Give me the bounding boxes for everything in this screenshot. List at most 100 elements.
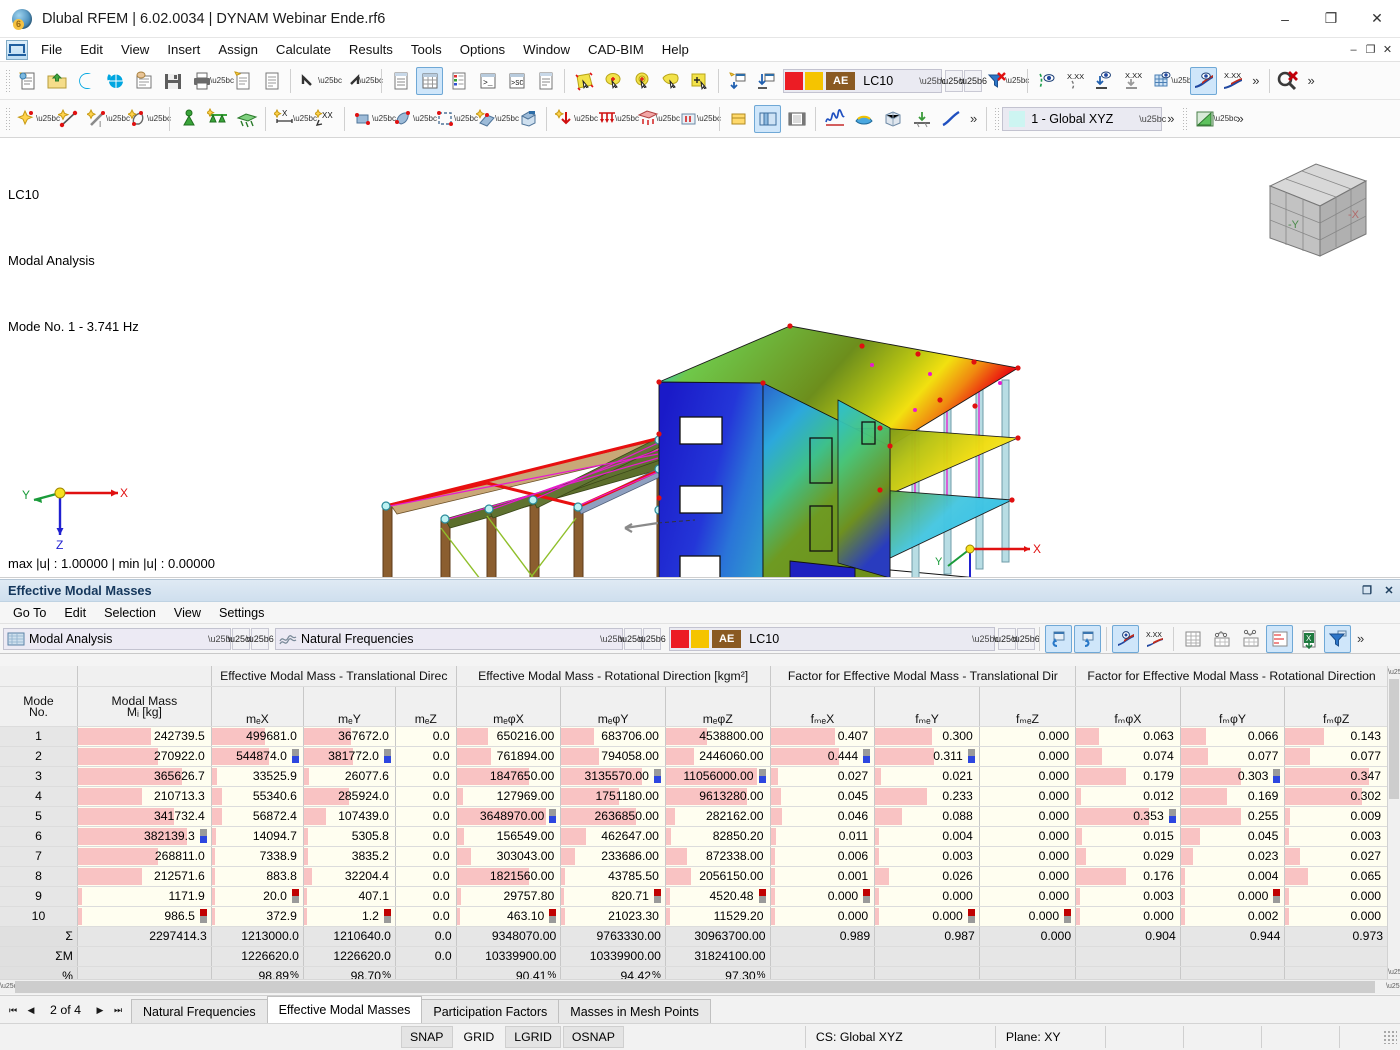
table-merge-right-icon[interactable] bbox=[1237, 625, 1264, 653]
panel-restore-button[interactable]: ❐ bbox=[1356, 581, 1378, 601]
filmstrip-icon[interactable] bbox=[783, 105, 810, 133]
cell-meZ[interactable]: 0.0 bbox=[395, 726, 457, 747]
cell-fmphiY[interactable]: 0.169 bbox=[1180, 786, 1286, 807]
undo-icon[interactable] bbox=[296, 67, 323, 95]
analysis-type-selector[interactable]: Modal Analysis \u25bc bbox=[3, 627, 235, 650]
cell-mephiY[interactable]: 233686.00 bbox=[560, 846, 666, 867]
cell-mephiX[interactable]: 3648970.00 bbox=[456, 806, 562, 827]
cell-mephiY[interactable]: 462647.00 bbox=[560, 826, 666, 847]
cell-meZ[interactable]: 0.0 bbox=[395, 886, 457, 907]
cell-fmeX[interactable]: 0.011 bbox=[770, 826, 876, 847]
table-row[interactable]: 10 986.5 372.9 1.2 0.0 463.10 21023.30 11529.20… bbox=[0, 906, 1388, 927]
cell-mephiY[interactable]: 43785.50 bbox=[560, 866, 666, 887]
color-bars-icon[interactable] bbox=[1266, 624, 1293, 653]
cell-mephiZ[interactable]: 11529.20 bbox=[665, 906, 771, 927]
cell-fmphiY[interactable]: 0.077 bbox=[1180, 746, 1286, 767]
cell-meX[interactable]: 7338.9 bbox=[211, 846, 304, 867]
load-case-selector[interactable]: AE LC10 \u25bc bbox=[783, 68, 946, 93]
cell-fmeZ[interactable]: 0.000 bbox=[979, 746, 1077, 767]
cell-mephiX[interactable]: 761894.00 bbox=[456, 746, 562, 767]
new-printout-report-icon[interactable] bbox=[229, 67, 256, 95]
cell-mephiY[interactable]: 21023.30 bbox=[560, 906, 666, 927]
status-toggle-osnap[interactable]: OSNAP bbox=[562, 1026, 624, 1048]
line-support-icon[interactable] bbox=[204, 105, 231, 133]
cell-fmphiY[interactable]: 0.066 bbox=[1180, 726, 1286, 747]
cell-fmeZ[interactable]: 0.000 bbox=[979, 786, 1077, 807]
dimension-xx-icon[interactable]: XX bbox=[312, 105, 339, 133]
result-diagram-values-icon[interactable]: X.XX bbox=[1219, 67, 1246, 95]
cell-fmphiZ[interactable]: 0.009 bbox=[1284, 806, 1388, 827]
export-to-next-icon[interactable] bbox=[1074, 624, 1101, 653]
result-type-selector[interactable]: Natural Frequencies \u25bc bbox=[275, 627, 627, 650]
cell-meY[interactable]: 107439.0 bbox=[303, 806, 396, 827]
result-beam-icon[interactable] bbox=[725, 105, 752, 133]
toolbar1-overflow-button-2[interactable]: » bbox=[1303, 67, 1320, 95]
result-values-text-icon[interactable]: X.XX bbox=[1062, 67, 1089, 95]
cell-mephiZ[interactable]: 2446060.00 bbox=[665, 746, 771, 767]
mesh-visibility-icon[interactable] bbox=[1149, 67, 1176, 95]
work-plane-icon[interactable] bbox=[1191, 105, 1218, 133]
menu-tools[interactable]: Tools bbox=[402, 39, 451, 60]
cell-fmphiZ[interactable]: 0.000 bbox=[1284, 906, 1388, 927]
cell-fmphiZ[interactable]: 0.000 bbox=[1284, 886, 1388, 907]
model-viewport[interactable]: LC10 Modal Analysis Mode No. 1 - 3.741 H… bbox=[0, 138, 1400, 578]
cell-fmeZ[interactable]: 0.000 bbox=[979, 726, 1077, 747]
cell-fmphiX[interactable]: 0.000 bbox=[1075, 906, 1181, 927]
diagram-values-icon[interactable]: X.XX bbox=[1141, 625, 1168, 653]
cell-meZ[interactable]: 0.0 bbox=[395, 846, 457, 867]
scroll-up-arrow[interactable]: \u25b2 bbox=[1388, 666, 1400, 679]
select-by-polygon-icon[interactable] bbox=[657, 67, 684, 95]
load-case-next-button[interactable]: \u25b6 bbox=[960, 69, 987, 92]
menu-view[interactable]: View bbox=[112, 39, 158, 60]
cell-modal-mass[interactable]: 341732.4 bbox=[77, 806, 212, 827]
nodal-support-icon[interactable] bbox=[175, 105, 202, 133]
cell-fmeY[interactable]: 0.000 bbox=[874, 886, 980, 907]
cell-modal-mass[interactable]: 986.5 bbox=[77, 906, 212, 927]
cell-mephiZ[interactable]: 82850.20 bbox=[665, 826, 771, 847]
cell-meZ[interactable]: 0.0 bbox=[395, 826, 457, 847]
cs-overflow-button[interactable]: » bbox=[1162, 105, 1179, 133]
new-member-icon[interactable]: I bbox=[84, 105, 111, 133]
cell-fmeZ[interactable]: 0.000 bbox=[979, 766, 1077, 787]
cell-fmeY[interactable]: 0.300 bbox=[874, 726, 980, 747]
new-solid-icon[interactable] bbox=[350, 105, 377, 133]
table-row[interactable]: 9 1171.9 20.0 407.1 0.0 29757.80 820.71 4520.48… bbox=[0, 886, 1388, 907]
minimize-button[interactable]: – bbox=[1262, 0, 1308, 38]
cell-fmphiX[interactable]: 0.015 bbox=[1075, 826, 1181, 847]
cell-meY[interactable]: 285924.0 bbox=[303, 786, 396, 807]
menu-assign[interactable]: Assign bbox=[209, 39, 267, 60]
select-by-circle-icon[interactable] bbox=[628, 67, 655, 95]
panel-menu-settings[interactable]: Settings bbox=[210, 604, 274, 622]
menu-edit[interactable]: Edit bbox=[71, 39, 112, 60]
panel-load-case-selector[interactable]: AE LC10 \u25bc bbox=[669, 626, 999, 651]
command-console-icon[interactable]: >_ bbox=[474, 67, 501, 95]
support-reaction-icon[interactable] bbox=[908, 105, 935, 133]
cell-mephiY[interactable]: 1751180.00 bbox=[560, 786, 666, 807]
cell-mephiX[interactable]: 1847650.00 bbox=[456, 766, 562, 787]
vscroll-thumb[interactable] bbox=[1389, 679, 1399, 799]
new-node-icon[interactable] bbox=[14, 105, 41, 133]
mesh-dropdown-icon[interactable]: \u25bc bbox=[1171, 67, 1195, 95]
surface-dropdown-icon[interactable]: \u25bc bbox=[147, 105, 171, 133]
load-case-dropdown-icon[interactable]: \u25bc bbox=[919, 76, 946, 86]
cell-mephiZ[interactable]: 2056150.00 bbox=[665, 866, 771, 887]
undo-dropdown-icon[interactable]: \u25bc bbox=[318, 67, 342, 95]
cell-meX[interactable]: 499681.0 bbox=[211, 726, 304, 747]
status-toggle-snap[interactable]: SNAP bbox=[401, 1026, 453, 1048]
cell-meX[interactable]: 544874.0 bbox=[211, 746, 304, 767]
cell-fmeX[interactable]: 0.046 bbox=[770, 806, 876, 827]
dlubal-center-icon[interactable] bbox=[72, 67, 99, 95]
cell-mephiY[interactable]: 820.71 bbox=[560, 886, 666, 907]
cell-meZ[interactable]: 0.0 bbox=[395, 786, 457, 807]
table-settings-icon[interactable] bbox=[1179, 625, 1206, 653]
surface-load-dropdown-icon[interactable]: \u25bc bbox=[656, 105, 680, 133]
cell-modal-mass[interactable]: 242739.5 bbox=[77, 726, 212, 747]
cell-meZ[interactable]: 0.0 bbox=[395, 806, 457, 827]
close-button[interactable]: ✕ bbox=[1354, 0, 1400, 38]
cell-meX[interactable]: 20.0 bbox=[211, 886, 304, 907]
table-row[interactable]: 2 270922.0 544874.0 381772.0 0.0 761894.00 794… bbox=[0, 746, 1388, 767]
menu-help[interactable]: Help bbox=[653, 39, 698, 60]
cell-fmeZ[interactable]: 0.000 bbox=[979, 886, 1077, 907]
nodal-load-icon[interactable] bbox=[552, 105, 579, 133]
work-plane-dropdown-icon[interactable]: \u25bc bbox=[1213, 105, 1237, 133]
